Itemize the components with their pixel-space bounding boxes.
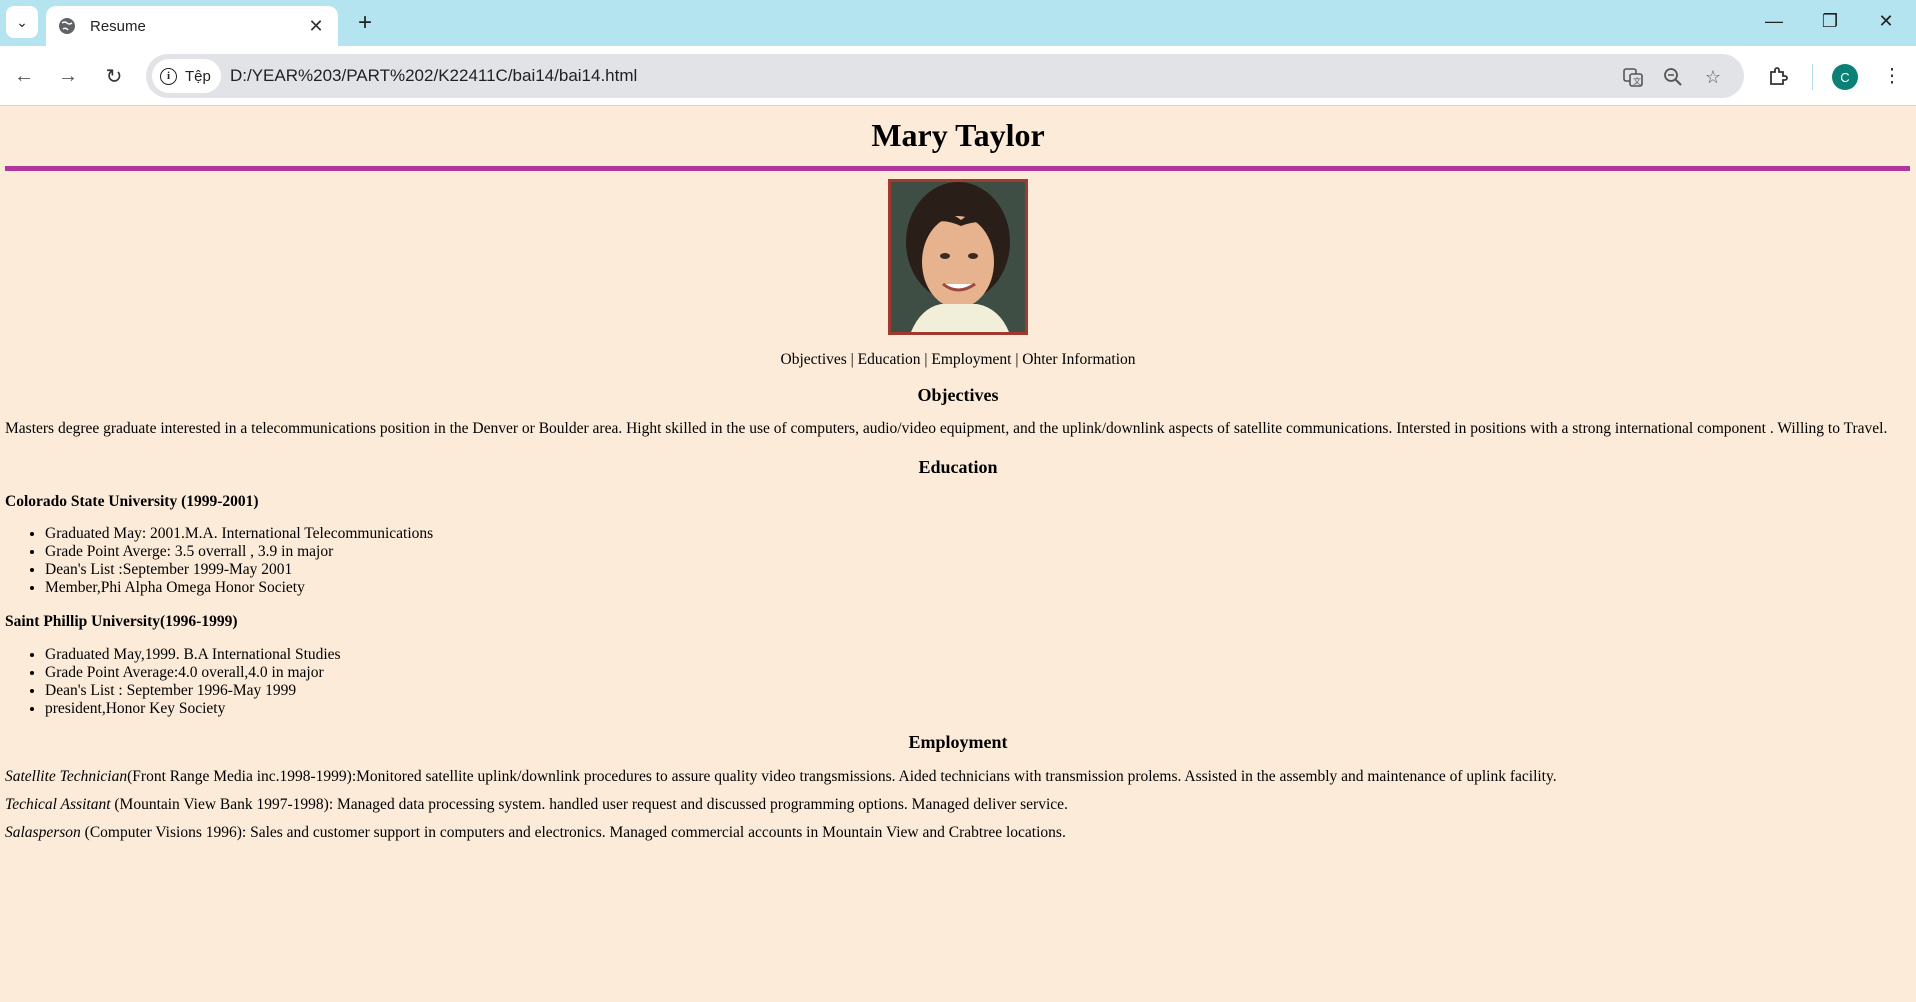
employment-heading: Employment	[908, 732, 1008, 752]
education-heading: Education	[918, 457, 998, 477]
nav-link-education[interactable]: Education	[858, 351, 921, 368]
job-title: Techical Assitant	[5, 796, 111, 813]
globe-icon	[59, 18, 75, 34]
school-name: Saint Phillip University(1996-1999)	[5, 613, 238, 630]
list-item: president,Honor Key Society	[45, 700, 1911, 718]
nav-separator: |	[1015, 351, 1019, 368]
window-close-icon[interactable]: ✕	[1858, 0, 1914, 42]
list-item: Grade Point Averge: 3.5 overrall , 3.9 i…	[45, 543, 1911, 561]
nav-link-employment[interactable]: Employment	[931, 351, 1011, 368]
svg-text:文: 文	[1633, 76, 1641, 86]
section-nav: Objectives | Education | Employment | Oh…	[5, 351, 1911, 369]
list-item: Graduated May: 2001.M.A. International T…	[45, 525, 1911, 543]
minimize-icon[interactable]: —	[1746, 0, 1802, 42]
extensions-icon[interactable]	[1762, 60, 1794, 92]
job-description: (Mountain View Bank 1997-1998): Managed …	[110, 796, 1068, 813]
job-entry: Salasperson (Computer Visions 1996): Sal…	[5, 824, 1911, 842]
nav-separator: |	[924, 351, 928, 368]
page-title: Mary Taylor	[871, 117, 1045, 153]
zoom-icon[interactable]	[1660, 64, 1686, 90]
tab-search-button[interactable]: ⌄	[6, 6, 38, 38]
list-item: Graduated May,1999. B.A International St…	[45, 646, 1911, 664]
translate-icon[interactable]: 文	[1620, 64, 1646, 90]
chevron-down-icon: ⌄	[16, 13, 28, 30]
kebab-menu-icon[interactable]: ⋮	[1876, 60, 1908, 92]
objectives-text: Masters degree graduate interested in a …	[5, 420, 1888, 437]
profile-photo	[888, 179, 1028, 335]
job-entry: Techical Assitant (Mountain View Bank 19…	[5, 796, 1911, 814]
tab-resume[interactable]: Resume ✕	[46, 6, 338, 46]
list-item: Member,Phi Alpha Omega Honor Society	[45, 579, 1911, 597]
school-name: Colorado State University (1999-2001)	[5, 493, 259, 510]
site-info-chip[interactable]: i Tệp	[152, 59, 221, 93]
browser-toolbar: ← → ↻ i Tệp D:/YEAR%203/PART%202/K22411C…	[0, 46, 1916, 106]
reload-icon[interactable]: ↻	[98, 60, 130, 92]
url-text[interactable]: D:/YEAR%203/PART%202/K22411C/bai14/bai14…	[230, 66, 637, 86]
profile-avatar[interactable]: C	[1832, 64, 1858, 90]
nav-link-other-information[interactable]: Ohter Information	[1022, 351, 1135, 368]
job-title: Satellite Technician	[5, 768, 128, 785]
restore-icon[interactable]: ❐	[1802, 0, 1858, 42]
back-arrow-icon[interactable]: ←	[8, 60, 40, 92]
school-details-list: Graduated May,1999. B.A International St…	[5, 646, 1911, 718]
toolbar-divider	[1812, 64, 1813, 90]
job-title: Salasperson	[5, 824, 81, 841]
job-description: (Front Range Media inc.1998-1999):Monito…	[127, 768, 1557, 785]
nav-link-objectives[interactable]: Objectives	[781, 351, 847, 368]
photo-container	[5, 179, 1911, 335]
tab-strip: ⌄ Resume ✕ + — ❐ ✕	[0, 0, 1916, 46]
list-item: Dean's List : September 1996-May 1999	[45, 682, 1911, 700]
horizontal-rule	[5, 166, 1910, 171]
job-description: (Computer Visions 1996): Sales and custo…	[80, 824, 1066, 841]
new-tab-button[interactable]: +	[350, 8, 380, 38]
resume-page: Mary Taylor Objectives | Education | Emp…	[0, 107, 1916, 1002]
school-details-list: Graduated May: 2001.M.A. International T…	[5, 525, 1911, 597]
forward-arrow-icon[interactable]: →	[52, 60, 84, 92]
star-icon[interactable]: ☆	[1700, 64, 1726, 90]
list-item: Grade Point Average:4.0 overall,4.0 in m…	[45, 664, 1911, 682]
job-entry: Satellite Technician(Front Range Media i…	[5, 768, 1911, 786]
list-item: Dean's List :September 1999-May 2001	[45, 561, 1911, 579]
objectives-heading: Objectives	[917, 385, 999, 405]
address-bar[interactable]: i Tệp D:/YEAR%203/PART%202/K22411C/bai14…	[146, 54, 1744, 98]
site-info-label: Tệp	[185, 67, 211, 85]
info-icon: i	[160, 67, 177, 85]
tab-title: Resume	[90, 17, 146, 35]
close-tab-icon[interactable]: ✕	[306, 16, 326, 37]
nav-separator: |	[850, 351, 854, 368]
